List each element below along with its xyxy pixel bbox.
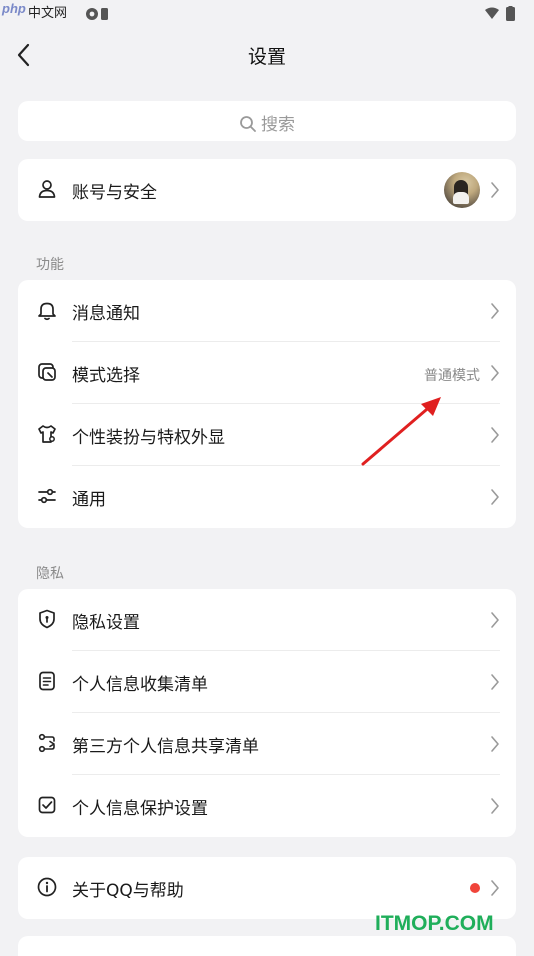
shield-icon: [39, 609, 55, 629]
account-security-label: 账号与安全: [72, 183, 157, 203]
general-label: 通用: [72, 490, 106, 510]
next-card-partial: [18, 936, 516, 956]
status-icons-right: [484, 6, 520, 26]
chevron-right-icon: [491, 880, 499, 896]
chevron-right-icon: [491, 612, 499, 628]
top-navigation-bar: 设置: [0, 30, 534, 80]
privacy-settings-row[interactable]: 隐私设置: [18, 589, 516, 651]
features-card: 消息通知 模式选择 普通模式 个性装扮与特权外显 通用: [18, 280, 516, 528]
document-icon: [39, 671, 55, 691]
chevron-right-icon: [491, 798, 499, 814]
notification-row[interactable]: 消息通知: [18, 280, 516, 342]
search-box[interactable]: 搜索: [18, 101, 516, 141]
checkbox-icon: [38, 796, 56, 814]
personalization-row[interactable]: 个性装扮与特权外显: [18, 404, 516, 466]
battery-icon: [506, 7, 515, 21]
settings-icon: [86, 8, 108, 20]
search-icon: [240, 116, 256, 132]
about-help-label: 关于QQ与帮助: [72, 881, 184, 901]
a-box-icon: [101, 8, 108, 20]
general-row[interactable]: 通用: [18, 466, 516, 528]
watermark-cn: 中文网: [28, 6, 68, 21]
privacy-settings-label: 隐私设置: [72, 613, 140, 633]
footer-watermark: ITMOP.COM: [375, 912, 494, 935]
search-placeholder: 搜索: [261, 115, 295, 135]
info-protection-settings-label: 个人信息保护设置: [72, 799, 208, 819]
third-party-share-list-label: 第三方个人信息共享清单: [72, 737, 259, 757]
account-security-row[interactable]: 账号与安全: [18, 159, 516, 221]
third-party-share-list-row[interactable]: 第三方个人信息共享清单: [18, 713, 516, 775]
personalization-label: 个性装扮与特权外显: [72, 428, 225, 448]
info-collection-list-row[interactable]: 个人信息收集清单: [18, 651, 516, 713]
about-card: 关于QQ与帮助: [18, 857, 516, 919]
page-title: 设置: [247, 46, 286, 68]
chevron-right-icon: [491, 427, 499, 443]
share-icon: [38, 733, 55, 753]
status-icons-left: [64, 6, 108, 25]
about-help-row[interactable]: 关于QQ与帮助: [18, 857, 516, 919]
chevron-right-icon: [491, 365, 499, 381]
chevron-right-icon: [491, 489, 499, 505]
section-title-privacy: 隐私: [36, 566, 64, 582]
notification-badge: [470, 883, 480, 893]
mode-select-row[interactable]: 模式选择 普通模式: [18, 342, 516, 404]
chevron-right-icon: [491, 674, 499, 690]
shirt-icon: [38, 425, 56, 443]
person-icon: [38, 180, 56, 198]
mode-select-value: 普通模式: [424, 368, 480, 384]
section-title-features: 功能: [36, 257, 64, 273]
chevron-right-icon: [491, 303, 499, 319]
info-collection-list-label: 个人信息收集清单: [72, 675, 208, 695]
privacy-card: 隐私设置 个人信息收集清单 第三方个人信息共享清单 个人信息保护设置: [18, 589, 516, 837]
mode-select-label: 模式选择: [72, 366, 140, 386]
info-icon: [37, 877, 57, 897]
sliders-icon: [38, 488, 56, 504]
watermark-php: php: [2, 1, 26, 16]
chevron-right-icon: [491, 182, 499, 198]
avatar: [444, 172, 480, 208]
status-bar: php 中文网: [0, 0, 534, 26]
chevron-right-icon: [491, 736, 499, 752]
account-card: 账号与安全: [18, 159, 516, 221]
mode-icon: [38, 363, 56, 381]
bell-icon: [38, 302, 56, 321]
notification-label: 消息通知: [72, 304, 140, 324]
wifi-icon: [485, 7, 499, 19]
info-protection-settings-row[interactable]: 个人信息保护设置: [18, 775, 516, 837]
